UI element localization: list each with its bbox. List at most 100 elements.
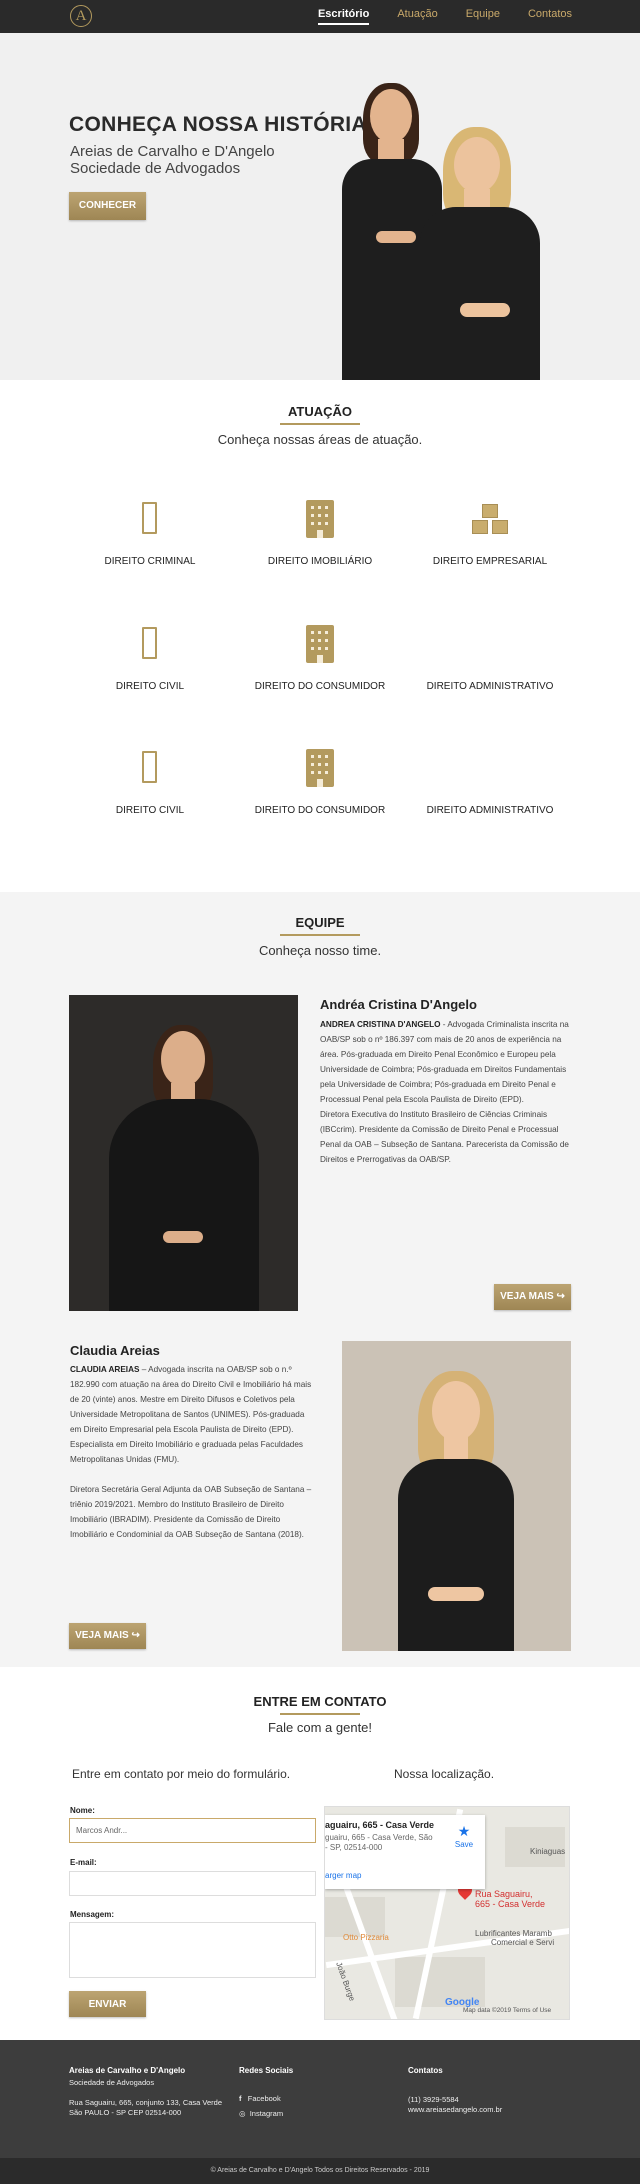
map-street-label: João Burge	[334, 1960, 357, 2003]
email-input[interactable]	[69, 1871, 316, 1896]
area-direito-empresarial[interactable]: DIREITO EMPRESARIAL	[410, 500, 570, 567]
equipe-subtitle: Conheça nosso time.	[258, 943, 382, 958]
member-photo-andrea	[69, 995, 298, 1311]
member-bio-text: - Advogada Criminalista inscrita na OAB/…	[320, 1020, 569, 1104]
footer-facebook-label: Facebook	[247, 2094, 281, 2103]
nav-link-contatos[interactable]: Contatos	[528, 8, 572, 25]
veja-mais-label: VEJA MAIS	[500, 1291, 554, 1302]
area-label: DIREITO CIVIL	[115, 681, 185, 692]
member-bio-p1: CLAUDIA AREIAS – Advogada inscrita na OA…	[70, 1362, 316, 1467]
member-bio-name: CLAUDIA AREIAS	[70, 1365, 140, 1374]
nav-link-escritorio[interactable]: Escritório	[317, 8, 370, 25]
nav-links: Escritório Atuação Equipe Contatos	[317, 0, 572, 33]
message-textarea[interactable]	[69, 1922, 316, 1978]
footer-social-title: Redes Sociais	[239, 2066, 294, 2075]
area-label: DIREITO IMOBILIÁRIO	[267, 556, 373, 567]
book-icon	[130, 500, 170, 540]
veja-mais-label: VEJA MAIS	[75, 1630, 129, 1641]
atuacao-title: ATUAÇÃO	[287, 404, 353, 419]
footer-phone: (11) 3929-5584	[408, 2095, 459, 2104]
hero-subtitle-line2: Sociedade de Advogados	[70, 160, 241, 177]
member-bio-text: – Advogada inscrita na OAB/SP sob o n.º …	[70, 1365, 312, 1464]
name-input[interactable]	[69, 1818, 316, 1843]
building-icon	[300, 500, 340, 540]
area-direito-imobiliario[interactable]: DIREITO IMOBILIÁRIO	[240, 500, 400, 567]
area-direito-administrativo-2[interactable]: DIREITO ADMINISTRATIVO	[410, 749, 570, 816]
member-bio-p2: Diretora Secretária Geral Adjunta da OAB…	[70, 1485, 312, 1539]
veja-mais-button[interactable]: VEJA MAIS ↪	[69, 1623, 146, 1649]
area-direito-civil[interactable]: DIREITO CIVIL	[70, 625, 230, 692]
footer-instagram-link[interactable]: ◎ Instagram	[239, 2109, 283, 2119]
contato-subtitle: Fale com a gente!	[267, 1720, 373, 1735]
enviar-button[interactable]: ENVIAR	[69, 1991, 146, 2017]
map-pin-label-line1: Rua Saguairu,	[475, 1889, 533, 1899]
member-photo-claudia	[342, 1341, 571, 1651]
footer-address-2: São PAULO - SP CEP 02514-000	[69, 2108, 182, 2117]
book-icon	[130, 749, 170, 789]
form-heading: Entre em contato por meio do formulário.	[72, 1767, 291, 1781]
map-info-card: aguairu, 665 - Casa Verde guairu, 665 - …	[325, 1815, 485, 1889]
area-direito-civil-2[interactable]: DIREITO CIVIL	[70, 749, 230, 816]
hero-section: CONHEÇA NOSSA HISTÓRIA Areias de Carvalh…	[0, 33, 640, 380]
share-icon: ↪	[556, 1291, 565, 1302]
area-label: DIREITO DO CONSUMIDOR	[254, 681, 386, 692]
footer-copyright: © Areias de Carvalho e D'Angelo Todos os…	[0, 2158, 640, 2184]
contato-divider	[280, 1713, 360, 1715]
member-bio-name: ANDREA CRISTINA D'ANGELO	[320, 1020, 441, 1029]
equipe-title: EQUIPE	[295, 915, 345, 930]
member-bio: CLAUDIA AREIAS – Advogada inscrita na OA…	[70, 1362, 316, 1542]
facebook-icon: f	[239, 2094, 242, 2103]
map-save-button[interactable]: ★ Save	[449, 1823, 479, 1849]
map-save-label: Save	[454, 1840, 474, 1849]
member-name: Claudia Areias	[70, 1343, 160, 1358]
hero-subtitle-line1: Areias de Carvalho e D'Angelo	[70, 143, 275, 160]
larger-map-link[interactable]: arger map	[325, 1871, 361, 1880]
member-name: Andréa Cristina D'Angelo	[320, 997, 477, 1012]
footer-company: Areias de Carvalho e D'Angelo	[69, 2066, 186, 2075]
area-direito-administrativo[interactable]: DIREITO ADMINISTRATIVO	[410, 625, 570, 692]
area-direito-do-consumidor-2[interactable]: DIREITO DO CONSUMIDOR	[240, 749, 400, 816]
area-label: DIREITO CIVIL	[115, 805, 185, 816]
atuacao-subtitle: Conheça nossas áreas de atuação.	[217, 432, 423, 447]
atuacao-divider	[280, 423, 360, 425]
area-label: DIREITO CRIMINAL	[104, 556, 196, 567]
conhecer-button[interactable]: CONHECER	[69, 192, 146, 220]
member-bio-p2: Diretora Executiva do Instituto Brasilei…	[320, 1110, 569, 1164]
contato-title: ENTRE EM CONTATO	[253, 1694, 387, 1709]
equipe-divider	[280, 934, 360, 936]
star-icon: ★	[457, 1823, 471, 1839]
area-label: DIREITO ADMINISTRATIVO	[426, 681, 554, 692]
footer-address-1: Rua Saguairu, 665, conjunto 133, Casa Ve…	[69, 2098, 223, 2107]
map-place-label: Lubrificantes Maramb	[475, 1929, 552, 1938]
book-icon	[130, 625, 170, 665]
map-place-label: Comercial e Servi	[491, 1938, 555, 1947]
hero-photo-woman-blonde	[400, 127, 570, 380]
message-label: Mensagem:	[70, 1910, 115, 1919]
area-label: DIREITO ADMINISTRATIVO	[426, 805, 554, 816]
footer-instagram-label: Instagram	[249, 2109, 284, 2118]
footer-site[interactable]: www.areiasedangelo.com.br	[408, 2105, 502, 2115]
name-label: Nome:	[70, 1806, 95, 1815]
hero-title: CONHEÇA NOSSA HISTÓRIA	[69, 113, 367, 136]
boxes-icon	[470, 500, 510, 540]
map-copyright: Map data ©2019 Terms of Use	[463, 2007, 552, 2014]
logo[interactable]: A	[70, 5, 92, 27]
map-heading: Nossa localização.	[394, 1767, 495, 1781]
area-direito-criminal[interactable]: DIREITO CRIMINAL	[70, 500, 230, 567]
map-card-title: aguairu, 665 - Casa Verde	[325, 1820, 435, 1830]
building-icon	[300, 749, 340, 789]
footer-facebook-link[interactable]: f Facebook	[239, 2094, 281, 2104]
member-bio: ANDREA CRISTINA D'ANGELO - Advogada Crim…	[320, 1017, 572, 1167]
location-map[interactable]: Kiniaguas Otto Pizzaria Lubrificantes Ma…	[324, 1806, 570, 2020]
area-direito-do-consumidor[interactable]: DIREITO DO CONSUMIDOR	[240, 625, 400, 692]
nav-link-atuacao[interactable]: Atuação	[397, 8, 437, 25]
instagram-icon: ◎	[239, 2109, 246, 2118]
building-icon	[300, 625, 340, 665]
nav-link-equipe[interactable]: Equipe	[466, 8, 500, 25]
share-icon: ↪	[131, 1630, 140, 1641]
area-label: DIREITO DO CONSUMIDOR	[254, 805, 386, 816]
email-label: E-mail:	[70, 1858, 97, 1867]
veja-mais-button[interactable]: VEJA MAIS ↪	[494, 1284, 571, 1310]
map-place-label: Kiniaguas	[530, 1847, 566, 1856]
top-nav: A Escritório Atuação Equipe Contatos	[0, 0, 640, 33]
